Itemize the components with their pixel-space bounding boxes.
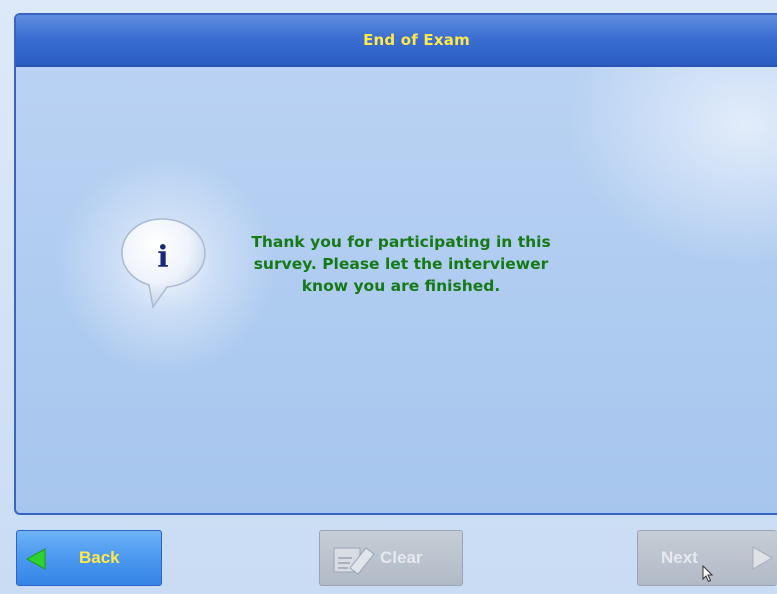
back-button[interactable]: Back [16, 530, 162, 586]
mouse-cursor-icon [702, 564, 714, 587]
title-bar: End of Exam [16, 15, 777, 67]
back-button-label: Back [79, 548, 120, 567]
arrow-left-icon [25, 548, 47, 575]
arrow-right-icon [751, 546, 773, 575]
eraser-icon [332, 542, 376, 581]
clear-button[interactable]: Clear [319, 530, 463, 586]
info-glyph: i [157, 240, 168, 275]
dialog-title: End of Exam [363, 31, 470, 49]
next-button-label: Next [661, 548, 698, 567]
info-speech-bubble-icon: i [119, 215, 209, 311]
clear-button-label: Clear [380, 548, 423, 567]
message-line: know you are finished. [301, 277, 501, 295]
message-line: survey. Please let the interviewer [253, 255, 549, 273]
dialog-panel: End of Exam i Thank you for participatin… [14, 13, 777, 515]
exam-screen: End of Exam i Thank you for participatin… [0, 0, 777, 594]
completion-message: Thank you for participating in this surv… [251, 231, 551, 297]
message-line: Thank you for participating in this [251, 233, 551, 251]
